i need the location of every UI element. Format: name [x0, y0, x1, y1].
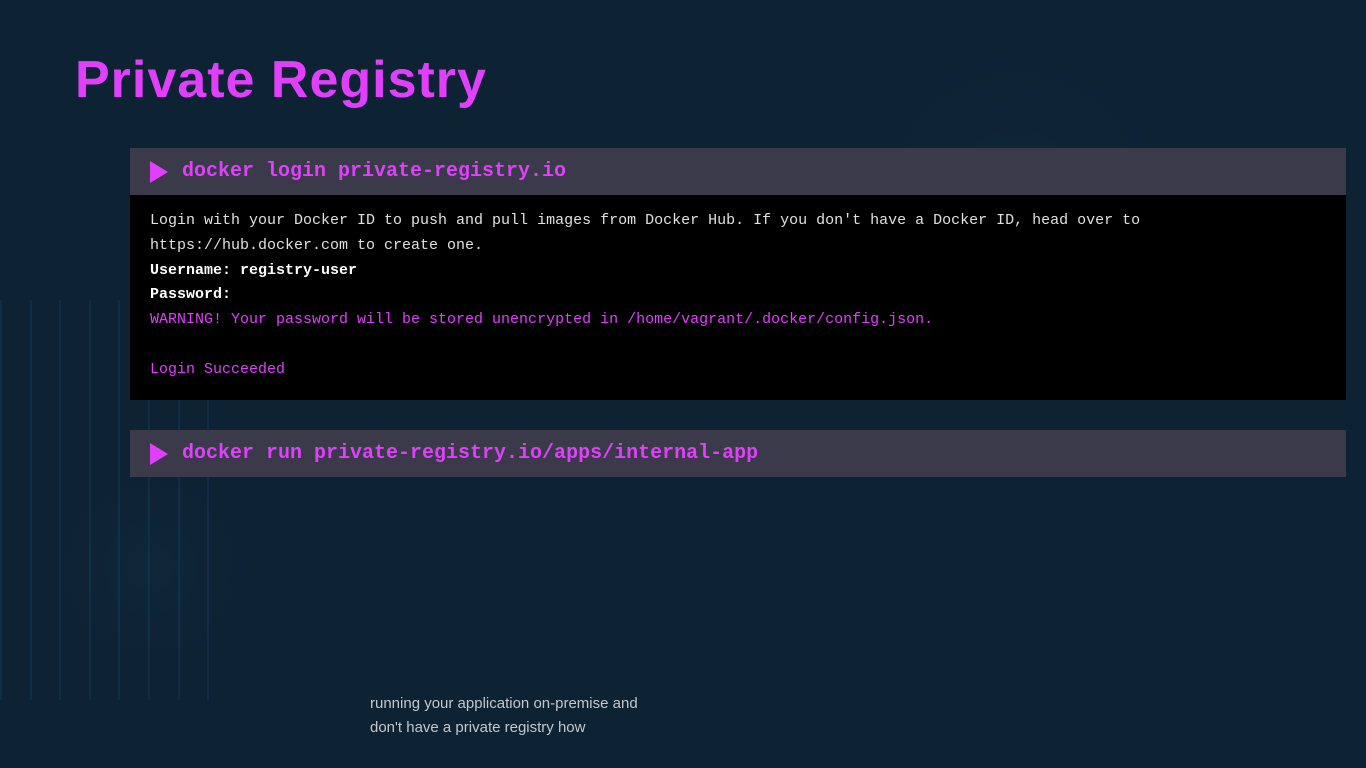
terminal-output-1: Login with your Docker ID to push and pu… — [130, 195, 1346, 400]
subtitle-line-1: running your application on-premise and — [370, 692, 638, 716]
output-line: Login with your Docker ID to push and pu… — [150, 209, 1326, 234]
command-text-2: docker run private-registry.io/apps/inte… — [182, 442, 758, 465]
output-line: Password: — [150, 283, 1326, 308]
command-text-1: docker login private-registry.io — [182, 160, 566, 183]
output-line-warning: WARNING! Your password will be stored un… — [150, 308, 1326, 333]
output-line: Username: registry-user — [150, 259, 1326, 284]
output-line-success: Login Succeeded — [150, 358, 1326, 383]
play-icon-1 — [150, 161, 168, 183]
terminal-block-2: docker run private-registry.io/apps/inte… — [130, 430, 1346, 477]
command-bar-2: docker run private-registry.io/apps/inte… — [130, 430, 1346, 477]
terminal-block-1: docker login private-registry.io Login w… — [130, 148, 1346, 400]
output-line: https://hub.docker.com to create one. — [150, 234, 1326, 259]
play-icon-2 — [150, 443, 168, 465]
page-title: Private Registry — [75, 50, 487, 110]
command-bar-1: docker login private-registry.io — [130, 148, 1346, 195]
subtitle-block: running your application on-premise and … — [370, 692, 638, 740]
subtitle-line-2: don't have a private registry how — [370, 716, 638, 740]
output-line — [150, 333, 1326, 358]
